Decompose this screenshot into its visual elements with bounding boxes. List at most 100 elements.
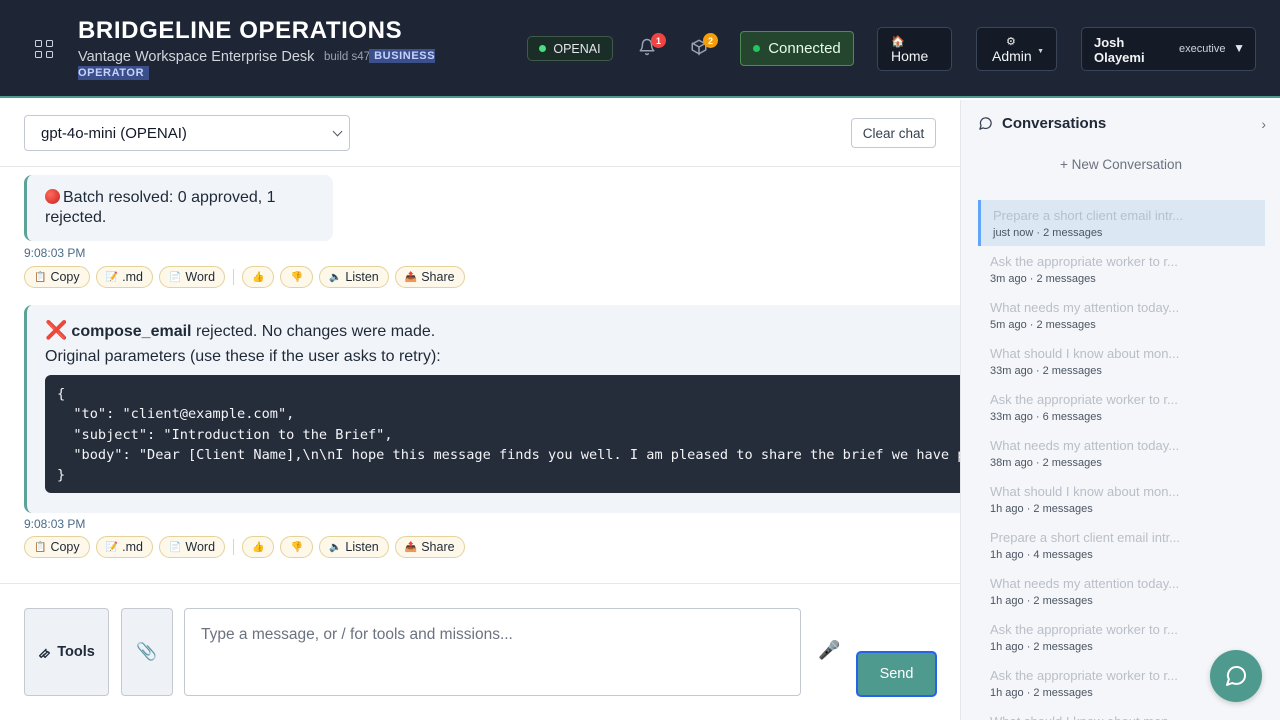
memo-icon: 📝 xyxy=(105,271,119,283)
copy-button[interactable]: 📋 Copy xyxy=(24,536,90,558)
thumbs-up-icon: 👍 xyxy=(252,541,265,553)
apps-grid-icon[interactable] xyxy=(35,40,53,58)
share-button[interactable]: 📤 Share xyxy=(394,266,465,288)
divider xyxy=(233,269,235,285)
admin-label: Admin xyxy=(992,48,1032,64)
thumbs-up-button[interactable]: 👍 xyxy=(242,536,275,558)
conversation-meta: 33m ago · 2 messages xyxy=(990,365,1102,377)
conversation-item[interactable]: Prepare a short client email intr... 1h a… xyxy=(978,522,1265,568)
conversation-meta: just now · 2 messages xyxy=(993,227,1103,239)
gear-icon: ⚙ xyxy=(1006,36,1016,48)
word-button[interactable]: 📄 Word xyxy=(158,536,226,558)
connected-dot-icon xyxy=(753,45,761,52)
home-button[interactable]: 🏠 Home xyxy=(877,27,952,71)
thumbs-up-icon: 👍 xyxy=(252,271,265,283)
cross-mark-icon: ❌ xyxy=(45,320,68,340)
conversations-sidebar: Conversations › + New Conversation Prepa… xyxy=(960,100,1280,720)
chat-bubble-icon xyxy=(1226,666,1247,686)
thumbs-down-button[interactable]: 👎 xyxy=(280,266,313,288)
user-name: Josh Olayemi xyxy=(1094,35,1145,65)
notifications-button[interactable]: 1 xyxy=(636,33,666,58)
conversation-title: What needs my attention today... xyxy=(990,438,1180,453)
home-icon: 🏠 xyxy=(891,36,905,48)
caret-down-icon: ▼ xyxy=(1233,41,1245,55)
code-block: { "to": "client@example.com", "subject":… xyxy=(45,375,960,493)
copy-button[interactable]: 📋 Copy xyxy=(24,266,90,288)
caret-down-icon: ▼ xyxy=(1037,48,1044,55)
thumbs-up-button[interactable]: 👍 xyxy=(242,266,275,288)
markdown-button[interactable]: 📝 .md xyxy=(95,266,153,288)
packages-button[interactable]: 2 xyxy=(688,33,718,58)
chat-launcher-button[interactable] xyxy=(1210,650,1262,702)
collapse-sidebar-button[interactable]: › xyxy=(1261,116,1266,132)
sidebar-title: Conversations xyxy=(1002,115,1107,132)
message-input[interactable] xyxy=(184,608,801,696)
status-dot-icon xyxy=(539,45,547,52)
listen-button[interactable]: 🔈 Listen xyxy=(318,536,389,558)
divider xyxy=(0,166,960,167)
model-select-value: gpt-4o-mini (OPENAI) xyxy=(41,125,187,142)
message-text: Batch resolved: 0 approved, 1 rejected. xyxy=(45,189,276,226)
tools-label: Tools xyxy=(57,644,95,660)
clear-chat-button[interactable]: Clear chat xyxy=(851,118,936,148)
speaker-icon: 🔈 xyxy=(328,271,342,283)
conversation-meta: 5m ago · 2 messages xyxy=(990,319,1096,331)
divider xyxy=(0,583,960,584)
conversation-title: What should I know about mon... xyxy=(990,346,1180,361)
user-menu-button[interactable]: Josh Olayemi executive ▼ xyxy=(1081,27,1256,71)
assistant-message: Batch resolved: 0 approved, 1 rejected. xyxy=(24,175,333,241)
conversation-item[interactable]: What needs my attention today... 5m ago ·… xyxy=(978,292,1265,338)
notifications-count-badge: 1 xyxy=(651,33,666,48)
attach-button[interactable]: 📎 xyxy=(121,608,173,696)
new-conversation-button[interactable]: + New Conversation xyxy=(961,157,1280,172)
conversation-meta: 1h ago · 4 messages xyxy=(990,549,1093,561)
microphone-button[interactable]: 🎤 xyxy=(818,640,840,661)
conversation-item[interactable]: Ask the appropriate worker to r... 3m ago… xyxy=(978,246,1265,292)
model-select[interactable]: gpt-4o-mini (OPENAI) xyxy=(24,115,350,151)
connection-status-button[interactable]: Connected xyxy=(740,31,854,66)
tool-name: compose_email xyxy=(71,323,192,340)
word-button[interactable]: 📄 Word xyxy=(158,266,226,288)
status-text: rejected. No changes were made. xyxy=(195,323,436,340)
conversation-item[interactable]: What should I know about mon... 33m ago ·… xyxy=(978,338,1265,384)
share-button[interactable]: 📤 Share xyxy=(394,536,465,558)
conversation-title: What needs my attention today... xyxy=(990,576,1180,591)
conversation-title: Prepare a short client email intr... xyxy=(993,208,1184,223)
divider xyxy=(233,539,235,555)
red-circle-icon xyxy=(45,189,60,204)
tools-button[interactable]: Tools xyxy=(24,608,109,696)
brand-title: BRIDGELINE OPERATIONS xyxy=(78,17,403,44)
markdown-button[interactable]: 📝 .md xyxy=(95,536,153,558)
sidebar-header: Conversations xyxy=(978,115,1106,132)
conversation-item[interactable]: What needs my attention today... 1h ago ·… xyxy=(978,568,1265,614)
assistant-message: ❌ compose_email rejected. No changes were… xyxy=(24,305,960,513)
conversation-item[interactable]: What should I know about mon... xyxy=(978,706,1265,720)
params-intro: Original parameters (use these if the us… xyxy=(45,348,441,365)
conversation-item[interactable]: Ask the appropriate worker to r... 33m ag… xyxy=(978,384,1265,430)
send-button[interactable]: Send xyxy=(856,651,937,697)
conversation-item[interactable]: What should I know about mon... 1h ago · … xyxy=(978,476,1265,522)
thumbs-down-icon: 👎 xyxy=(290,541,303,553)
conversation-title: What needs my attention today... xyxy=(990,300,1180,315)
listen-button[interactable]: 🔈 Listen xyxy=(318,266,389,288)
message-actions: 📋 Copy 📝 .md 📄 Word 👍 👎 🔈 Listen 📤 Share xyxy=(24,536,465,558)
conversation-item[interactable]: Prepare a short client email intr... just… xyxy=(978,200,1265,246)
conversation-meta: 1h ago · 2 messages xyxy=(990,641,1093,653)
conversation-meta: 1h ago · 2 messages xyxy=(990,503,1093,515)
admin-menu-button[interactable]: ⚙ Admin ▼ xyxy=(976,27,1057,71)
clipboard-icon: 📋 xyxy=(34,271,47,283)
chevron-down-icon xyxy=(332,126,343,137)
app-header: BRIDGELINE OPERATIONS Vantage Workspace … xyxy=(0,0,1280,98)
chat-panel: gpt-4o-mini (OPENAI) Clear chat Batch re… xyxy=(0,100,960,720)
conversation-meta: 3m ago · 2 messages xyxy=(990,273,1096,285)
rejection-line: ❌ compose_email rejected. No changes were… xyxy=(45,320,435,341)
conversation-list: Prepare a short client email intr... just… xyxy=(978,200,1265,720)
user-role: executive xyxy=(1179,43,1226,55)
thumbs-down-button[interactable]: 👎 xyxy=(280,536,313,558)
document-icon: 📄 xyxy=(168,541,182,553)
conversation-item[interactable]: What needs my attention today... 38m ago … xyxy=(978,430,1265,476)
share-icon: 📤 xyxy=(404,271,418,283)
conversation-meta: 1h ago · 2 messages xyxy=(990,595,1093,607)
packages-count-badge: 2 xyxy=(703,33,718,48)
chevron-right-icon: › xyxy=(1261,116,1266,132)
